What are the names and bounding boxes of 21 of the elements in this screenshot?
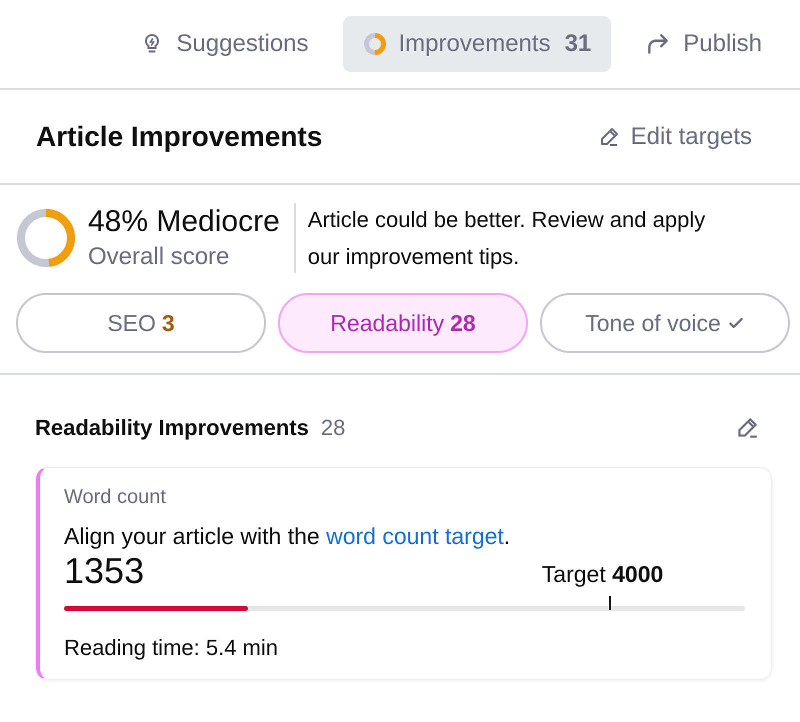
card-title: Word count xyxy=(64,486,166,509)
score-value: 48% Mediocre xyxy=(88,204,280,240)
progress-ring-icon xyxy=(362,32,387,56)
category-tab[interactable]: Readability 28 xyxy=(278,293,528,353)
panel-title: Article Improvements xyxy=(36,120,322,152)
category-tab[interactable]: Tone of voice xyxy=(540,293,790,353)
tab[interactable]: Suggestions xyxy=(120,16,329,72)
word-count-value: 1353 xyxy=(64,550,144,592)
score-description: Article could be better. Review and apply our improvement tips. xyxy=(308,206,706,271)
tab[interactable]: Improvements 31 xyxy=(342,16,612,72)
tab[interactable]: Publish xyxy=(625,16,782,72)
edit-targets-button[interactable]: Edit targets xyxy=(596,122,764,150)
category-tab[interactable]: SEO 3 xyxy=(16,293,266,353)
target-label: Target 4000 xyxy=(542,561,664,588)
section-count: 28 xyxy=(320,415,346,441)
word-count-target-link[interactable]: word count target xyxy=(326,523,504,549)
section-title: Readability Improvements xyxy=(35,415,309,441)
reading-time: Reading time: 5.4 min xyxy=(64,635,278,661)
card-text: Align your article with the word count target. xyxy=(64,523,510,550)
score-caption: Overall score xyxy=(88,242,230,272)
score-ring xyxy=(16,208,76,268)
